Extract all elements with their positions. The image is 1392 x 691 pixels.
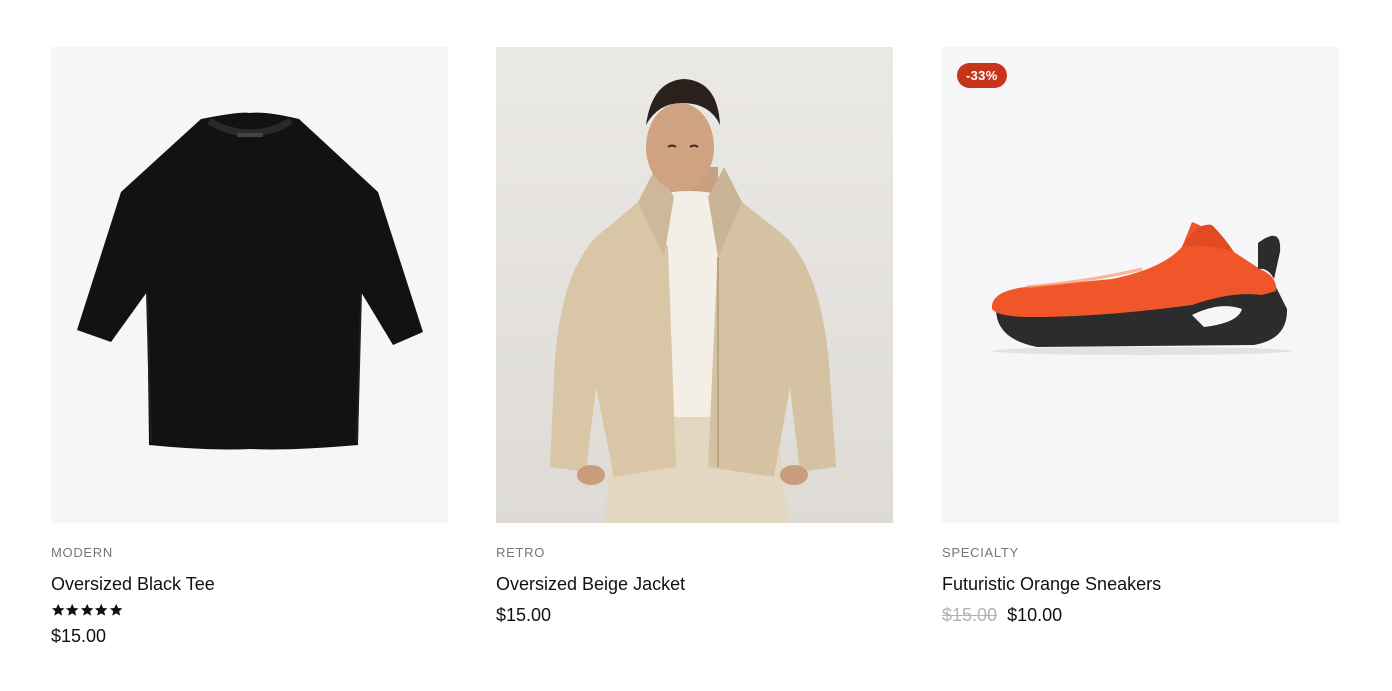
product-card: MODERN Oversized Black Tee $15.00 — [51, 47, 448, 647]
product-image[interactable]: -33% — [942, 47, 1339, 523]
price-row: $15.00 — [496, 604, 893, 626]
product-price: $15.00 — [51, 626, 107, 646]
product-price: $15.00 — [496, 605, 552, 625]
product-price-original: $15.00 — [942, 605, 998, 625]
star-icon — [95, 603, 108, 616]
product-grid: MODERN Oversized Black Tee $15.00 RETRO … — [0, 0, 1392, 691]
product-category: RETRO — [496, 545, 545, 560]
product-title[interactable]: Oversized Beige Jacket — [496, 573, 893, 595]
price-row: $15.00 $10.00 — [942, 604, 1339, 626]
star-icon — [80, 603, 94, 616]
model-beige-jacket-image — [496, 47, 893, 523]
product-image[interactable] — [496, 47, 893, 523]
black-tshirt-image — [77, 112, 423, 450]
product-card: RETRO Oversized Beige Jacket $15.00 — [496, 47, 893, 626]
star-icon — [66, 603, 79, 616]
discount-badge: -33% — [957, 63, 1007, 88]
product-title[interactable]: Futuristic Orange Sneakers — [942, 573, 1339, 595]
price-row: $15.00 — [51, 625, 448, 647]
star-icon — [109, 603, 123, 616]
orange-sneaker-image — [991, 222, 1292, 355]
star-icon — [51, 603, 65, 616]
product-image[interactable] — [51, 47, 448, 523]
product-title[interactable]: Oversized Black Tee — [51, 573, 448, 595]
star-rating — [51, 603, 448, 617]
product-card: -33% SPECIALTY Futuristic Orange Sneaker… — [942, 47, 1339, 626]
product-price-sale: $10.00 — [1007, 605, 1063, 625]
product-category: MODERN — [51, 545, 113, 560]
product-category: SPECIALTY — [942, 545, 1019, 560]
